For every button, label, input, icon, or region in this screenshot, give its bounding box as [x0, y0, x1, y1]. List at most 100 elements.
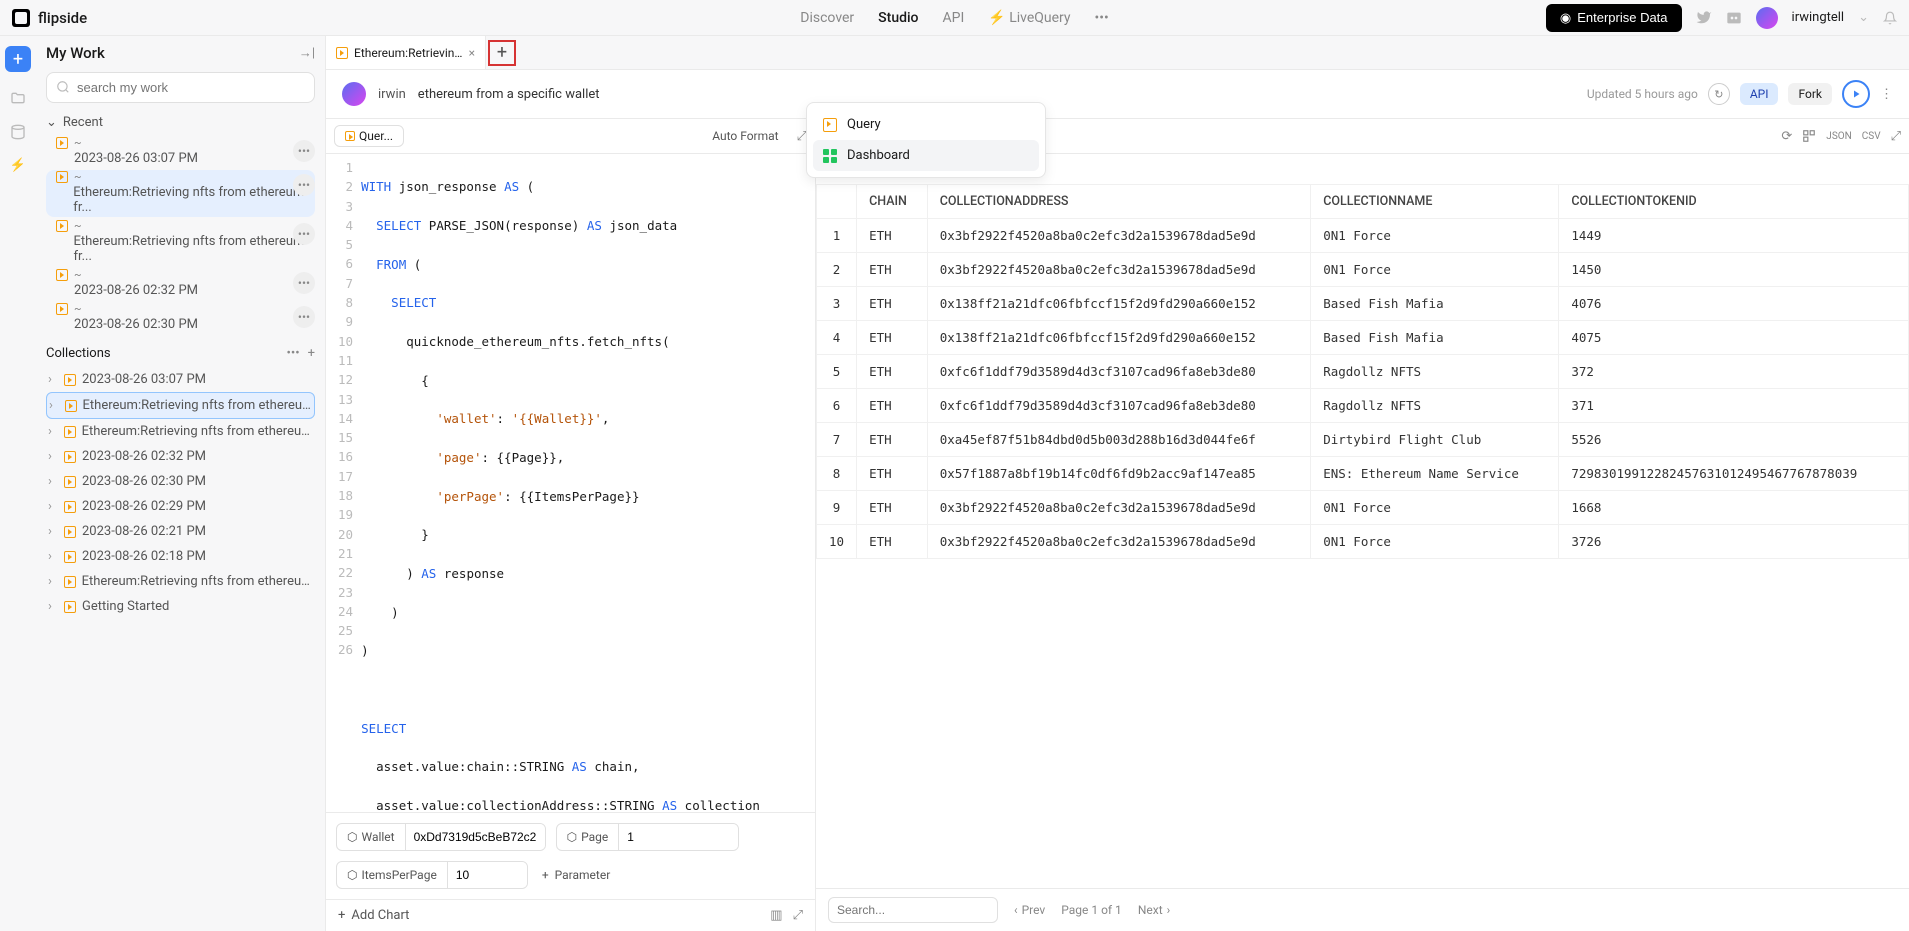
collection-item[interactable]: ›2023-08-26 02:29 PM [46, 494, 315, 519]
json-button[interactable]: JSON [1826, 131, 1851, 142]
fork-button[interactable]: Fork [1788, 83, 1832, 105]
table-row[interactable]: 8ETH0x57f1887a8bf19b14fc0df6fd9b2acc9af1… [817, 457, 1909, 491]
new-dropdown: Query Dashboard [806, 102, 1046, 178]
author-name: irwin [378, 87, 406, 102]
recent-item[interactable]: ~ 2023-08-26 03:07 PM ••• [46, 136, 315, 168]
refresh-icon[interactable]: ⟳ [1781, 129, 1792, 144]
logo[interactable]: flipside [12, 9, 87, 27]
discord-icon[interactable] [1726, 10, 1742, 26]
query-icon [345, 131, 355, 141]
item-menu-icon[interactable]: ••• [293, 306, 315, 328]
collection-item[interactable]: ›2023-08-26 03:07 PM [46, 367, 315, 392]
auto-format-button[interactable]: Auto Format [702, 126, 788, 146]
table-row[interactable]: 10ETH0x3bf2922f4520a8ba0c2efc3d2a1539678… [817, 525, 1909, 559]
col-idx[interactable] [817, 185, 857, 219]
collection-item[interactable]: ›2023-08-26 02:21 PM [46, 519, 315, 544]
line-gutter: 1234567891011121314151617181920212223242… [326, 158, 361, 808]
csv-button[interactable]: CSV [1862, 131, 1881, 142]
chevron-down-icon[interactable]: ⌄ [1858, 10, 1869, 25]
items-input[interactable] [447, 862, 527, 888]
collection-item[interactable]: ›Getting Started [46, 594, 315, 619]
folder-icon[interactable] [10, 90, 26, 106]
layout-icon[interactable]: ▥ [770, 908, 782, 923]
results-search-input[interactable] [828, 897, 998, 923]
collections-menu-icon[interactable]: ••• [286, 346, 299, 361]
nav-livequery[interactable]: ⚡ LiveQuery [988, 10, 1070, 26]
query-icon [823, 118, 837, 132]
recent-item[interactable]: ~ 2023-08-26 02:32 PM ••• [46, 268, 315, 300]
avatar[interactable] [1756, 7, 1778, 29]
item-menu-icon[interactable]: ••• [293, 140, 315, 162]
results-table: CHAIN COLLECTIONADDRESS COLLECTIONNAME C… [816, 184, 1909, 559]
dropdown-new-dashboard[interactable]: Dashboard [813, 140, 1039, 171]
new-button[interactable]: + [5, 46, 31, 72]
search-icon [56, 80, 70, 94]
item-menu-icon[interactable]: ••• [293, 174, 315, 196]
col-chain[interactable]: CHAIN [857, 185, 928, 219]
history-icon[interactable]: ↻ [1708, 83, 1730, 105]
collapse-results-icon[interactable]: ⤢ [1891, 129, 1901, 144]
topbar: flipside Discover Studio API ⚡ LiveQuery… [0, 0, 1909, 36]
add-parameter-button[interactable]: + Parameter [538, 861, 614, 889]
bolt-icon[interactable]: ⚡ [10, 158, 26, 173]
database-icon[interactable] [10, 124, 26, 140]
page-input[interactable] [618, 824, 738, 850]
nav-discover[interactable]: Discover [800, 10, 854, 26]
collection-item[interactable]: ›2023-08-26 02:18 PM [46, 544, 315, 569]
code-content: WITH json_response AS ( SELECT PARSE_JSO… [361, 158, 760, 808]
updated-label: Updated 5 hours ago [1587, 87, 1698, 101]
collection-item[interactable]: ›Ethereum:Retrieving nfts from ethereum.… [46, 569, 315, 594]
wallet-input[interactable] [405, 824, 545, 850]
table-row[interactable]: 5ETH0xfc6f1ddf79d3589d4d3cf3107cad96fa8e… [817, 355, 1909, 389]
item-menu-icon[interactable]: ••• [293, 223, 315, 245]
editor-tab-query[interactable]: Quer... [334, 125, 404, 147]
bell-icon[interactable] [1883, 11, 1897, 25]
nav-more-icon[interactable]: ••• [1095, 10, 1109, 26]
recent-item[interactable]: ~ Ethereum:Retrieving nfts from ethereum… [46, 170, 315, 217]
brand-name: flipside [38, 9, 87, 27]
param-icon: ⬡ [347, 830, 357, 844]
code-editor[interactable]: 1234567891011121314151617181920212223242… [326, 154, 815, 812]
collection-item[interactable]: ›2023-08-26 02:32 PM [46, 444, 315, 469]
add-chart-button[interactable]: + Add Chart ▥ ⤢ [326, 899, 815, 931]
recent-item[interactable]: ~ Ethereum:Retrieving nfts from ethereum… [46, 219, 315, 266]
search-input[interactable] [46, 72, 315, 103]
col-name[interactable]: COLLECTIONNAME [1311, 185, 1559, 219]
collection-item[interactable]: ›Ethereum:Retrieving nfts from ethereum.… [46, 419, 315, 444]
nav-api[interactable]: API [943, 10, 965, 26]
query-tab[interactable]: Ethereum:Retrievin... × [326, 36, 486, 69]
collapse-icon[interactable]: →| [299, 45, 315, 61]
dropdown-new-query[interactable]: Query [813, 109, 1039, 140]
table-row[interactable]: 9ETH0x3bf2922f4520a8ba0c2efc3d2a1539678d… [817, 491, 1909, 525]
collection-item[interactable]: ›2023-08-26 02:30 PM [46, 469, 315, 494]
close-tab-icon[interactable]: × [469, 46, 475, 60]
next-button[interactable]: Next › [1138, 903, 1170, 917]
new-tab-button[interactable]: + [488, 40, 516, 66]
table-row[interactable]: 2ETH0x3bf2922f4520a8ba0c2efc3d2a1539678d… [817, 253, 1909, 287]
username[interactable]: irwingtell [1792, 10, 1845, 25]
dashboard-icon [823, 149, 837, 163]
api-button[interactable]: API [1740, 83, 1779, 105]
nav-studio[interactable]: Studio [878, 10, 918, 26]
collection-item[interactable]: ›Ethereum:Retrieving nfts from ethereum.… [46, 392, 315, 419]
table-row[interactable]: 7ETH0xa45ef87f51b84dbd0d5b003d288b16d3d0… [817, 423, 1909, 457]
collections-add-icon[interactable]: + [308, 346, 315, 361]
table-row[interactable]: 1ETH0x3bf2922f4520a8ba0c2efc3d2a1539678d… [817, 219, 1909, 253]
twitter-icon[interactable] [1696, 10, 1712, 26]
table-row[interactable]: 4ETH0x138ff21a21dfc06fbfccf15f2d9fd290a6… [817, 321, 1909, 355]
expand-icon[interactable]: ⤢ [793, 908, 803, 923]
recent-header[interactable]: ⌄Recent [46, 115, 315, 130]
item-menu-icon[interactable]: ••• [293, 272, 315, 294]
run-button[interactable] [1842, 80, 1870, 108]
recent-item[interactable]: ~ 2023-08-26 02:30 PM ••• [46, 302, 315, 334]
enterprise-button[interactable]: ◉ Enterprise Data [1546, 4, 1682, 32]
col-tokenid[interactable]: COLLECTIONTOKENID [1559, 185, 1909, 219]
prev-button[interactable]: ‹ Prev [1014, 903, 1045, 917]
col-address[interactable]: COLLECTIONADDRESS [927, 185, 1310, 219]
table-row[interactable]: 3ETH0x138ff21a21dfc06fbfccf15f2d9fd290a6… [817, 287, 1909, 321]
more-icon[interactable]: ⋮ [1880, 87, 1893, 102]
query-icon [56, 137, 68, 149]
qr-icon[interactable] [1802, 129, 1816, 143]
author-avatar[interactable] [342, 82, 366, 106]
table-row[interactable]: 6ETH0xfc6f1ddf79d3589d4d3cf3107cad96fa8e… [817, 389, 1909, 423]
